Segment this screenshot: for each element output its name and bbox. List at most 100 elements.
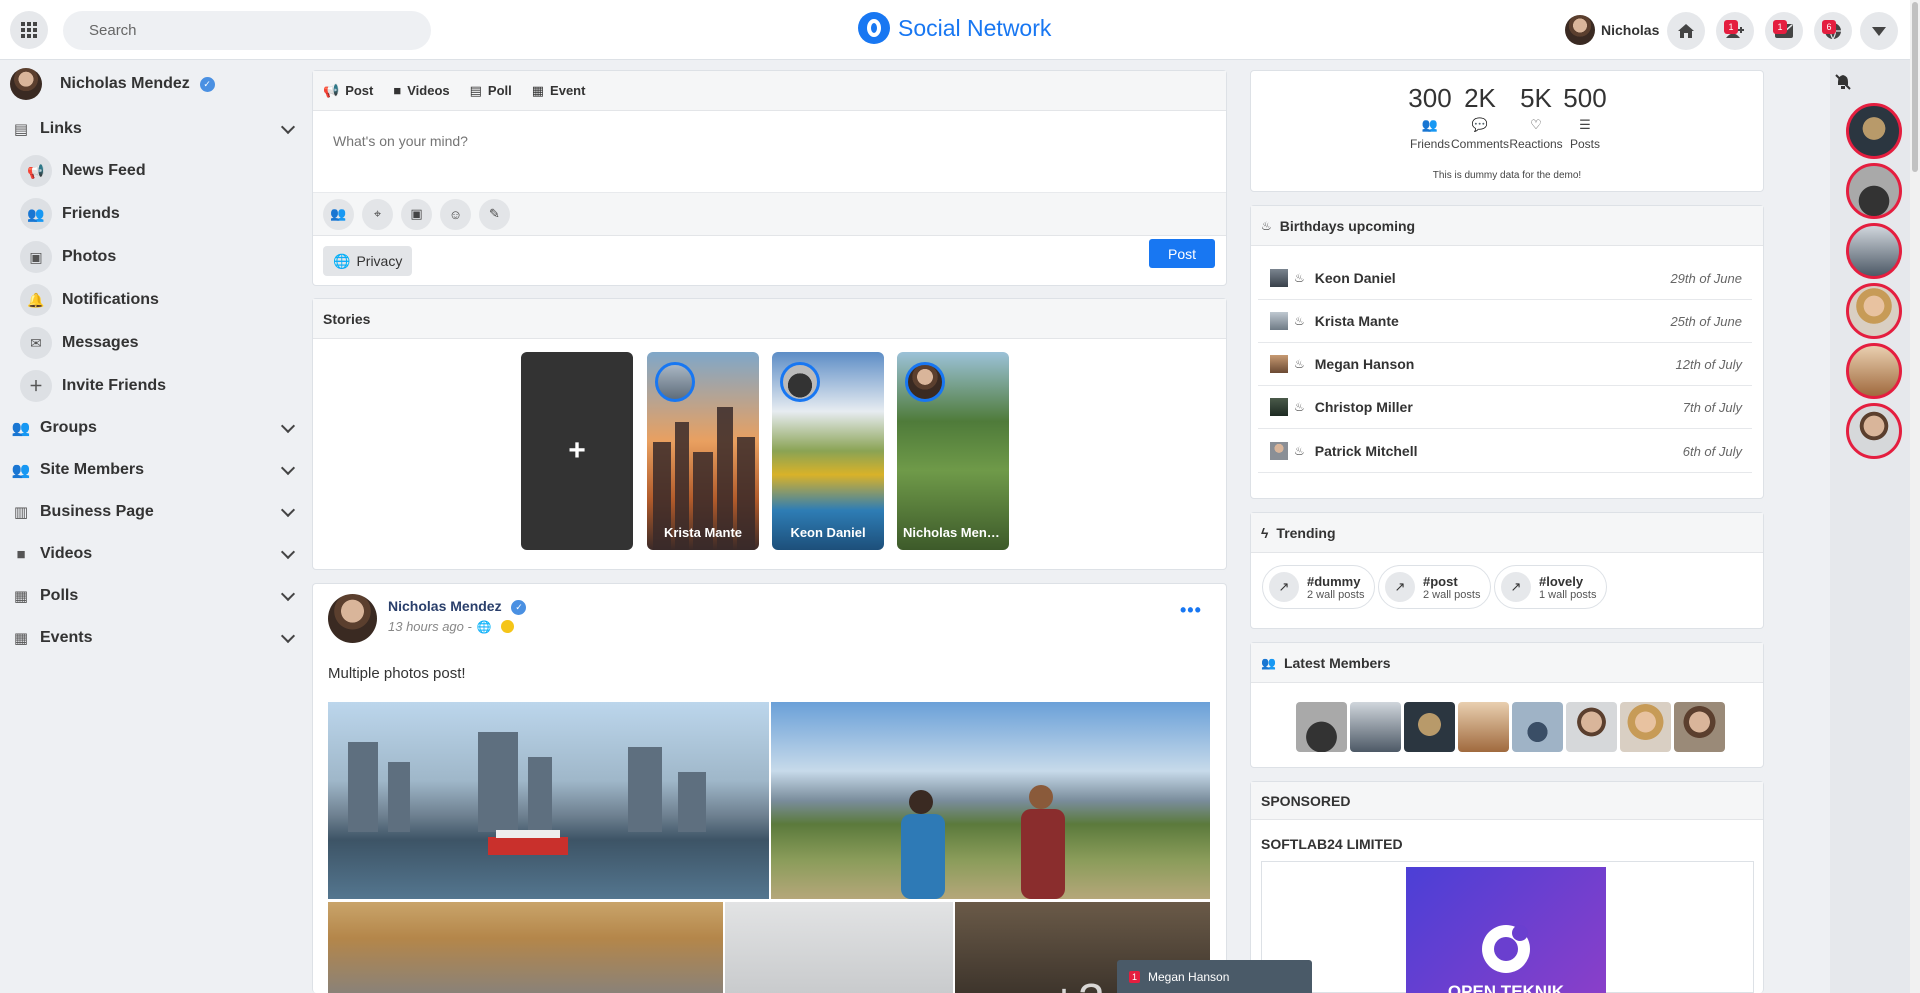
tab-poll[interactable]: ▤ Poll [470,83,512,99]
sidebar-section-polls[interactable]: ▦ Polls [10,581,296,611]
stat-comments[interactable]: 2K 💬 Comments [1450,83,1510,151]
sidebar-section-videos[interactable]: ■ Videos [10,539,296,569]
list-item[interactable]: ♨ Megan Hanson 12th of July [1258,343,1752,386]
home-icon [1678,24,1694,38]
globe-icon: 🌐 [476,619,492,634]
post-author[interactable]: Nicholas Mendez ✓ [388,598,527,615]
online-friend-avatar[interactable] [1846,343,1902,399]
stat-reactions[interactable]: 5K ♡ Reactions [1506,83,1566,151]
sidebar-item-messages[interactable]: ✉ Messages [20,325,290,361]
users-icon: 👥 [20,198,52,230]
sidebar-item-news-feed[interactable]: 📢 News Feed [20,153,290,189]
verified-icon: ✓ [199,76,215,92]
online-friend-avatar[interactable] [1846,163,1902,219]
member-avatar[interactable] [1620,702,1671,752]
post-author-avatar[interactable] [328,594,377,643]
chevron-down-icon [280,502,296,518]
list-item[interactable]: ♨ Keon Daniel 29th of June [1258,257,1752,300]
chat-popup[interactable]: 1 Megan Hanson [1117,960,1312,993]
sidebar-item-invite-friends[interactable]: ＋ Invite Friends [20,368,290,404]
online-friend-avatar[interactable] [1846,103,1902,159]
stat-friends[interactable]: 300 👥 Friends [1405,83,1455,151]
avatar [1270,442,1288,460]
post-photo-hikers[interactable] [771,702,1210,899]
search-input[interactable] [63,11,431,50]
sponsored-company[interactable]: SOFTLAB24 LIMITED [1261,836,1403,852]
sidebar-item-photos[interactable]: ▣ Photos [20,239,290,275]
member-avatar[interactable] [1350,702,1401,752]
privacy-button[interactable]: 🌐 Privacy [323,246,413,276]
list-item[interactable]: ♨ Patrick Mitchell 6th of July [1258,430,1752,473]
composer-card: 📢Post ■Videos ▤Poll ▦Event 👥 ⌖ ▣ ☺ ✎ 🌐 P… [312,70,1227,286]
composer-tools: 👥 ⌖ ▣ ☺ ✎ [313,192,1226,236]
ellipsis-icon: ••• [1180,600,1202,620]
megaphone-icon: 📢 [323,82,340,98]
trending-tag-post[interactable]: ↗ #post 2 wall posts [1378,565,1492,609]
photo-button[interactable]: ▣ [401,198,432,230]
member-avatar[interactable] [1404,702,1455,752]
story-krista-mante[interactable]: Krista Mante [647,352,759,550]
online-friend-avatar[interactable] [1846,223,1902,279]
trending-tag-lovely[interactable]: ↗ #lovely 1 wall posts [1494,565,1608,609]
brush-button[interactable]: ✎ [479,198,510,230]
story-keon-daniel[interactable]: Keon Daniel [772,352,884,550]
location-button[interactable]: ⌖ [362,198,393,230]
account-dropdown-button[interactable] [1860,12,1898,50]
chevron-down-icon [280,119,296,135]
member-avatar[interactable] [1674,702,1725,752]
home-button[interactable] [1667,12,1705,50]
tab-event[interactable]: ▦ Event [532,83,586,99]
sidebar-profile-name: Nicholas Mendez [60,75,190,92]
sidebar-item-label: Messages [62,334,139,351]
brand-name: Social Network [898,14,1052,41]
chart-icon: ▦ [13,588,29,605]
user-menu[interactable]: Nicholas [1565,15,1659,45]
member-avatar[interactable] [1296,702,1347,752]
post-photo-fog[interactable] [725,902,953,993]
member-avatar[interactable] [1512,702,1563,752]
composer-tabs: 📢 Post ■ Videos ▤ Poll ▦ Event [313,71,1226,111]
post-text-input[interactable] [313,111,1226,189]
post-options-button[interactable]: ••• [1180,600,1202,621]
member-avatar[interactable] [1458,702,1509,752]
add-story-button[interactable]: + [521,352,633,550]
sidebar-section-events[interactable]: ▦ Events [10,623,296,653]
verified-icon: ✓ [511,599,527,615]
post-photo-autumn[interactable] [328,902,723,993]
sidebar-item-notifications[interactable]: 🔔 Notifications [20,282,290,318]
sidebar-section-site-members[interactable]: 👥 Site Members [10,455,296,485]
sidebar-section-links[interactable]: ▤ Links [10,114,296,144]
story-name: Nicholas Mendez [903,525,1009,540]
trending-tag-dummy[interactable]: ↗ #dummy 2 wall posts [1262,565,1376,609]
post-photo-city[interactable] [328,702,769,899]
mute-notifications-button[interactable] [1834,73,1854,93]
trending-up-icon: ↗ [1269,572,1299,602]
messages-button[interactable]: 1 [1765,12,1803,50]
megaphone-icon: 📢 [20,155,52,187]
online-friend-avatar[interactable] [1846,403,1902,459]
sponsored-ad-banner[interactable]: OPEN TEKNIK [1406,867,1606,993]
post-submit-button[interactable]: Post [1149,239,1215,268]
stat-posts[interactable]: 500 ☰ Posts [1560,83,1610,151]
tag-friends-button[interactable]: 👥 [323,198,354,230]
tab-post[interactable]: 📢 Post [323,83,373,99]
online-friend-avatar[interactable] [1846,283,1902,339]
notifications-button[interactable]: 6 [1814,12,1852,50]
sidebar-profile[interactable]: Nicholas Mendez ✓ [10,68,215,100]
sidebar-item-friends[interactable]: 👥 Friends [20,196,290,232]
apps-menu-button[interactable] [10,11,48,49]
scrollbar-thumb[interactable] [1912,2,1918,172]
sidebar-section-business-page[interactable]: ▥ Business Page [10,497,296,527]
friend-requests-button[interactable]: 1 [1716,12,1754,50]
brand[interactable]: Social Network [858,12,1051,44]
sidebar-item-label: Friends [62,205,120,222]
tab-videos[interactable]: ■ Videos [393,83,449,98]
list-item[interactable]: ♨ Christop Miller 7th of July [1258,386,1752,429]
story-nicholas-mendez[interactable]: Nicholas Mendez [897,352,1009,550]
sidebar-section-groups[interactable]: 👥 Groups [10,413,296,443]
emoji-button[interactable]: ☺ [440,198,471,230]
list-item[interactable]: ♨ Krista Mante 25th of June [1258,300,1752,343]
scrollbar[interactable] [1910,0,1920,993]
stats-note: This is dummy data for the demo! [1432,170,1582,181]
member-avatar[interactable] [1566,702,1617,752]
